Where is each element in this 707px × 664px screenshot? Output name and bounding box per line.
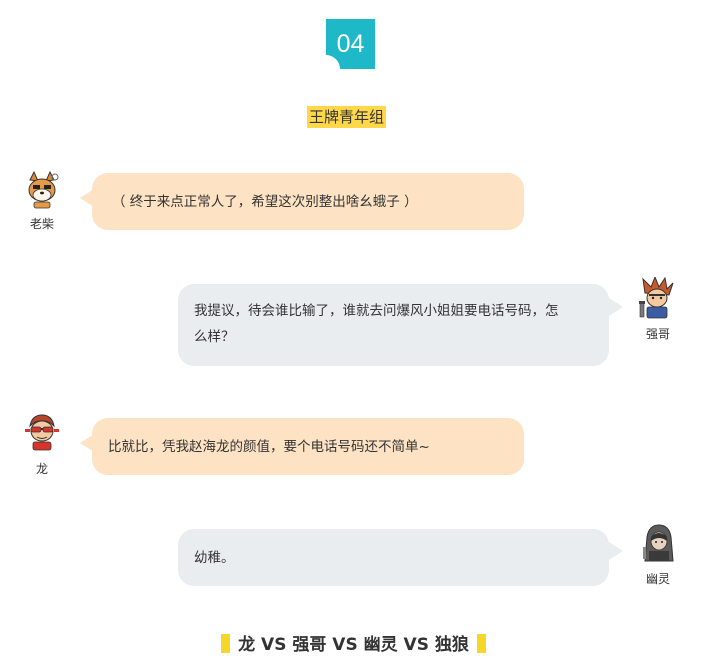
- sunglasses-man-avatar-icon: [22, 412, 62, 452]
- decor-bar-right: [476, 634, 486, 653]
- bubble-tail: [609, 542, 623, 560]
- message-text: （ 终于来点正常人了，希望这次别整出啥幺蛾子 ）: [112, 194, 418, 210]
- speaker-name: 幽灵: [645, 572, 670, 586]
- message-text: 比就比，凭我赵海龙的颜值，要个电话号码还不简单~: [108, 439, 430, 455]
- decor-bar-left: [221, 634, 231, 653]
- message-text-line: 我提议，待会谁比输了，谁就去问爆风小姐姐要电话号码，怎: [194, 303, 559, 319]
- chat-bubble: 幼稚。: [178, 529, 609, 586]
- chat-bubble: 比就比，凭我赵海龙的颜值，要个电话号码还不简单~: [92, 418, 524, 475]
- chat-bubble: （ 终于来点正常人了，希望这次别整出啥幺蛾子 ）: [92, 173, 524, 230]
- speaker-name: 强哥: [645, 327, 670, 341]
- chat-bubble: 我提议，待会谁比输了，谁就去问爆风小姐姐要电话号码，怎 么样？: [178, 284, 609, 366]
- speaker-name: 龙: [35, 462, 48, 476]
- section-title: 王牌青年组: [307, 106, 387, 128]
- shiba-dog-avatar-icon: [22, 170, 62, 210]
- bubble-tail: [609, 298, 623, 316]
- matchup-text: 龙 VS 强哥 VS 幽灵 VS 独狼: [238, 635, 469, 655]
- hooded-ghost-avatar-icon: [639, 523, 679, 563]
- matchup-heading: 龙 VS 强哥 VS 幽灵 VS 独狼: [0, 631, 707, 659]
- message-text-line: 么样？: [194, 329, 235, 345]
- message-text: 幼稚。: [194, 550, 235, 566]
- spiky-hair-boy-avatar-icon: [637, 275, 677, 319]
- speaker-name: 老柴: [29, 217, 54, 231]
